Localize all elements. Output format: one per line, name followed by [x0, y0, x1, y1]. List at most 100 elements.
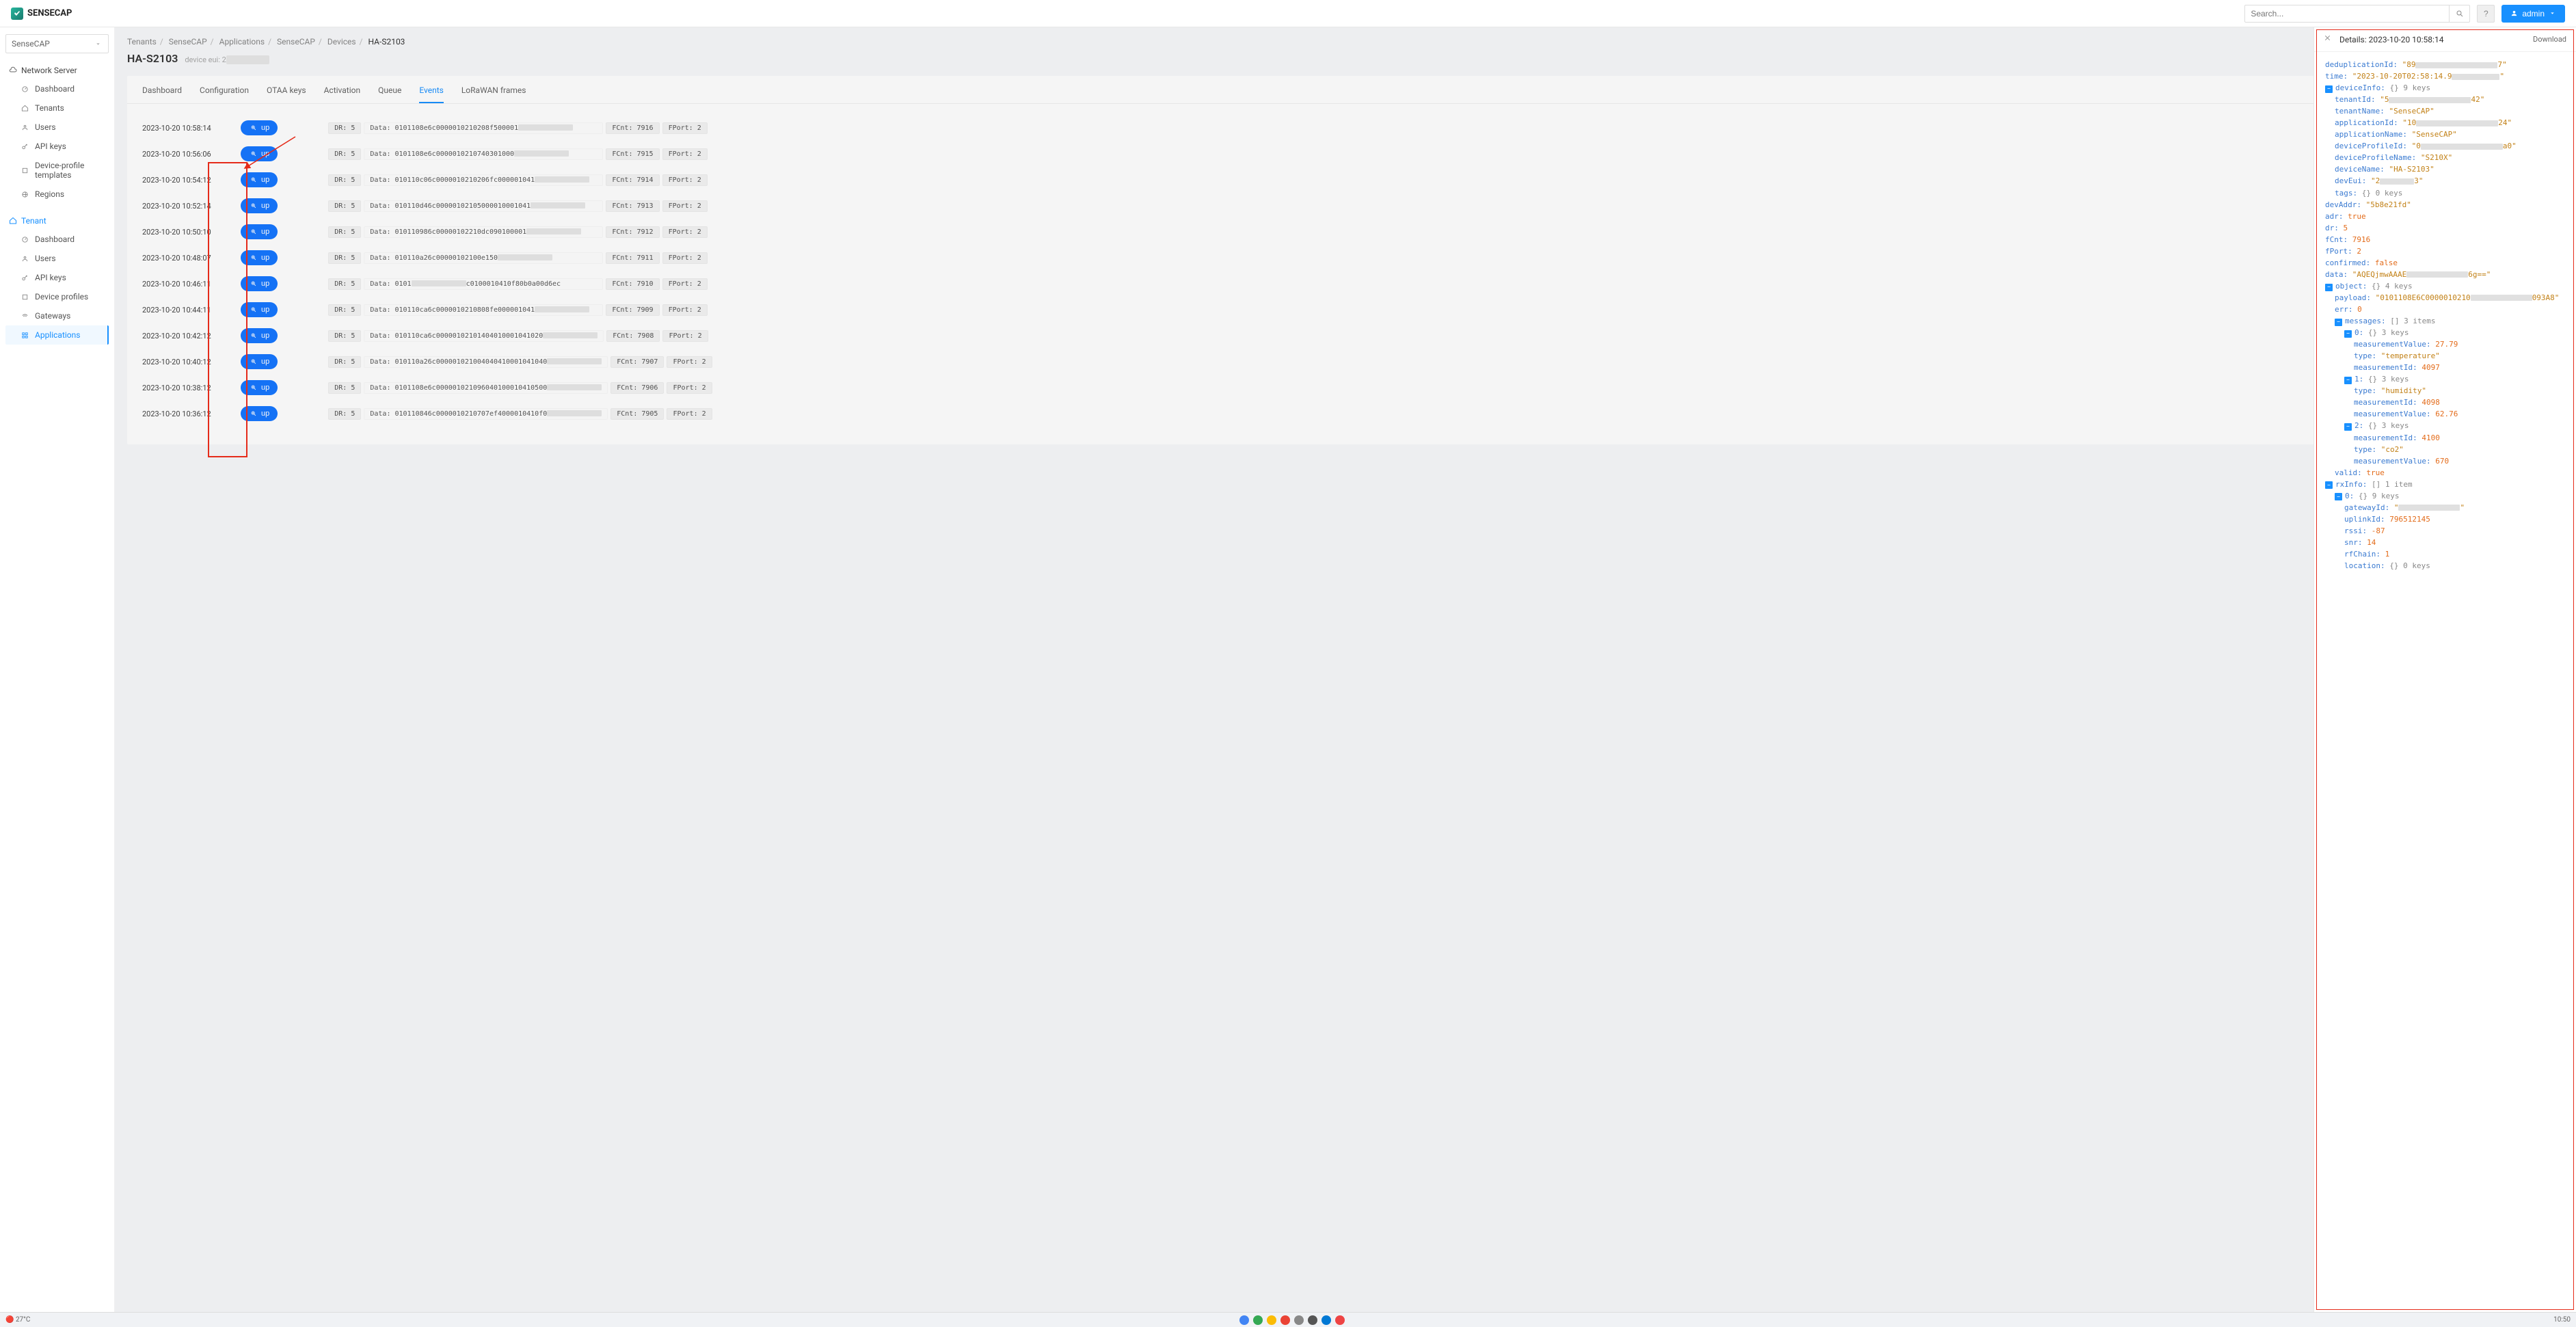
event-up-button[interactable]: up: [241, 328, 278, 343]
magnify-icon: [249, 150, 258, 159]
home-icon: [21, 104, 29, 113]
json-row: time: "2023-10-20T02:58:14.9": [2325, 70, 2565, 82]
event-up-button[interactable]: up: [241, 250, 278, 265]
sidebar-section-tenant[interactable]: Tenant: [5, 212, 109, 230]
event-up-button[interactable]: up: [241, 406, 278, 421]
event-row: 2023-10-20 10:48:07 up DR: 5 Data: 01011…: [142, 245, 2549, 271]
tab-dashboard[interactable]: Dashboard: [142, 85, 182, 103]
event-fcnt-tag: FCnt: 7909: [606, 304, 659, 316]
brand-text: SENSECAP: [27, 8, 72, 18]
event-fport-tag: FPort: 2: [667, 356, 712, 368]
sidebar-item-applications[interactable]: Applications: [5, 325, 109, 345]
sidebar-item-label: Device profiles: [35, 292, 88, 301]
event-button-label: up: [261, 306, 269, 314]
tab-configuration[interactable]: Configuration: [200, 85, 249, 103]
json-row: fPort: 2: [2325, 245, 2565, 257]
sidebar-item-tenant-api-keys[interactable]: API keys: [5, 268, 109, 287]
event-up-button[interactable]: up: [241, 354, 278, 369]
search-icon: [2455, 9, 2464, 18]
sidebar-item-tenant-users[interactable]: Users: [5, 249, 109, 268]
download-button[interactable]: Download: [2533, 35, 2566, 44]
sidebar-item-regions[interactable]: Regions: [5, 185, 109, 204]
search-input[interactable]: [2244, 5, 2450, 23]
event-up-button[interactable]: up: [241, 146, 278, 161]
event-data-tag: Data: 0101108e6c000001021096040100010410…: [364, 382, 608, 394]
event-up-button[interactable]: up: [241, 224, 278, 239]
event-dr-tag: DR: 5: [328, 174, 361, 186]
help-button[interactable]: ?: [2477, 5, 2495, 23]
sidebar-item-label: Applications: [35, 330, 80, 340]
json-row: −rxInfo: [] 1 item: [2325, 479, 2565, 490]
expand-toggle[interactable]: −: [2344, 377, 2352, 384]
breadcrumb: Tenants/ SenseCAP/ Applications/ SenseCA…: [127, 37, 2564, 46]
chevron-down-icon: [94, 40, 103, 49]
tab-lorawan-frames[interactable]: LoRaWAN frames: [461, 85, 526, 103]
sidebar-item-device-profiles[interactable]: Device profiles: [5, 287, 109, 306]
json-row: rfChain: 1: [2325, 548, 2565, 560]
tenant-select[interactable]: SenseCAP: [5, 34, 109, 53]
event-dr-tag: DR: 5: [328, 148, 361, 160]
close-button[interactable]: [2324, 34, 2331, 44]
event-fport-tag: FPort: 2: [662, 122, 708, 134]
event-up-button[interactable]: up: [241, 276, 278, 291]
event-button-label: up: [261, 410, 269, 418]
expand-toggle[interactable]: −: [2335, 493, 2342, 500]
event-up-button[interactable]: up: [241, 172, 278, 187]
event-time: 2023-10-20 10:58:14: [142, 124, 231, 133]
tab-queue[interactable]: Queue: [378, 85, 401, 103]
tab-events[interactable]: Events: [419, 85, 444, 103]
json-viewer[interactable]: deduplicationId: "897"time: "2023-10-20T…: [2314, 52, 2576, 1312]
event-fcnt-tag: FCnt: 7912: [606, 226, 659, 238]
expand-toggle[interactable]: −: [2344, 330, 2352, 338]
json-row: deviceName: "HA-S2103": [2325, 163, 2565, 175]
event-up-button[interactable]: up: [241, 380, 278, 395]
sidebar-item-tenants[interactable]: Tenants: [5, 98, 109, 118]
expand-toggle[interactable]: −: [2344, 423, 2352, 431]
json-row: tenantName: "SenseCAP": [2325, 105, 2565, 117]
event-dr-tag: DR: 5: [328, 408, 361, 420]
breadcrumb-link[interactable]: Applications: [219, 37, 265, 46]
expand-toggle[interactable]: −: [2335, 319, 2342, 326]
tab-activation[interactable]: Activation: [324, 85, 361, 103]
event-fcnt-tag: FCnt: 7911: [606, 252, 659, 264]
sidebar-item-label: Gateways: [35, 311, 70, 321]
sidebar-item-label: Users: [35, 254, 56, 263]
sidebar-item-tenant-dashboard[interactable]: Dashboard: [5, 230, 109, 249]
event-tags: DR: 5 Data: 010110a26c00000102100e150 FC…: [328, 252, 708, 264]
json-row: dr: 5: [2325, 222, 2565, 234]
breadcrumb-link[interactable]: SenseCAP: [169, 37, 207, 46]
user-label: admin: [2522, 9, 2545, 18]
event-fcnt-tag: FCnt: 7907: [611, 356, 664, 368]
json-row: −1: {} 3 keys: [2325, 373, 2565, 385]
event-button-label: up: [261, 124, 269, 132]
sidebar-item-users[interactable]: Users: [5, 118, 109, 137]
event-row: 2023-10-20 10:40:12 up DR: 5 Data: 01011…: [142, 349, 2549, 375]
event-row: 2023-10-20 10:58:14 up DR: 5 Data: 01011…: [142, 115, 2549, 141]
sidebar-item-label: Dashboard: [35, 234, 75, 244]
sidebar-item-label: API keys: [35, 142, 66, 151]
event-button-label: up: [261, 150, 269, 158]
json-row: adr: true: [2325, 211, 2565, 222]
breadcrumb-link[interactable]: SenseCAP: [277, 37, 315, 46]
user-menu-button[interactable]: admin: [2501, 5, 2565, 23]
sidebar-section-network-server[interactable]: Network Server: [5, 62, 109, 79]
tab-otaa-keys[interactable]: OTAA keys: [267, 85, 306, 103]
event-up-button[interactable]: up: [241, 120, 278, 135]
event-dr-tag: DR: 5: [328, 226, 361, 238]
json-row: tenantId: "542": [2325, 94, 2565, 105]
event-up-button[interactable]: up: [241, 198, 278, 213]
sidebar-item-device-profile-templates[interactable]: Device-profile templates: [5, 156, 109, 185]
expand-toggle[interactable]: −: [2325, 481, 2333, 489]
sidebar-item-api-keys[interactable]: API keys: [5, 137, 109, 156]
event-data-tag: Data: 010110a26c000001021004040410001041…: [364, 356, 608, 368]
event-up-button[interactable]: up: [241, 302, 278, 317]
expand-toggle[interactable]: −: [2325, 85, 2333, 93]
sidebar-item-gateways[interactable]: Gateways: [5, 306, 109, 325]
expand-toggle[interactable]: −: [2325, 284, 2333, 291]
event-fcnt-tag: FCnt: 7906: [611, 382, 664, 394]
search-button[interactable]: [2450, 5, 2470, 23]
breadcrumb-link[interactable]: Tenants: [127, 37, 157, 46]
sidebar-item-dashboard[interactable]: Dashboard: [5, 79, 109, 98]
breadcrumb-link[interactable]: Devices: [327, 37, 356, 46]
page-title: HA-S2103 device eui: 2.: [127, 52, 2564, 65]
